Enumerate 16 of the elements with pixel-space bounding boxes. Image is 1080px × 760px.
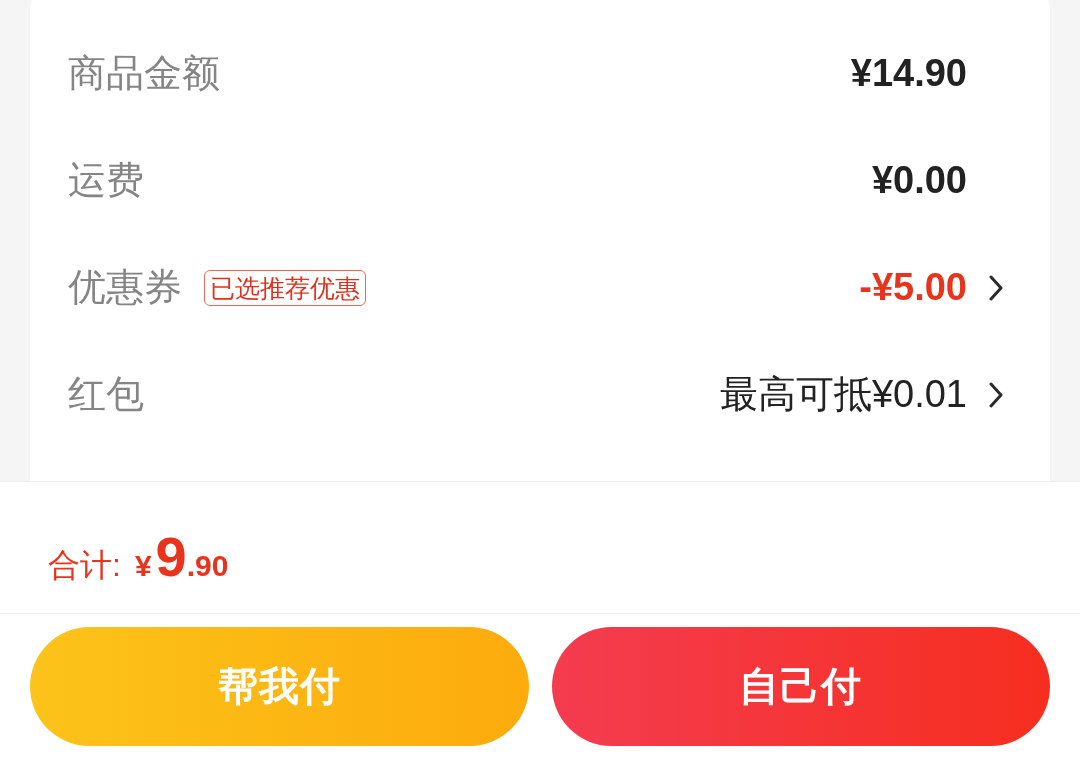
fee-value: ¥0.00 xyxy=(871,159,967,202)
fee-label: 商品金额 xyxy=(68,51,220,96)
coupon-tag: 已选推荐优惠 xyxy=(204,269,366,306)
fee-label: 优惠券 xyxy=(68,265,182,310)
fee-value: 最高可抵¥0.01 xyxy=(719,372,967,417)
total-integer: 9 xyxy=(155,524,187,589)
chevron-icon[interactable] xyxy=(989,274,1003,301)
total-fraction: .90 xyxy=(186,549,229,583)
currency-symbol: ¥ xyxy=(134,549,152,583)
fee-label: 运费 xyxy=(68,158,144,203)
total-label: 合计: xyxy=(48,546,121,585)
fee-label: 红包 xyxy=(68,372,144,417)
chevron-icon[interactable] xyxy=(989,381,1003,408)
fee-value: -¥5.00 xyxy=(859,266,967,309)
fee-value: ¥14.90 xyxy=(850,52,967,95)
pay-myself-button[interactable]: 自己付 xyxy=(551,627,1050,746)
